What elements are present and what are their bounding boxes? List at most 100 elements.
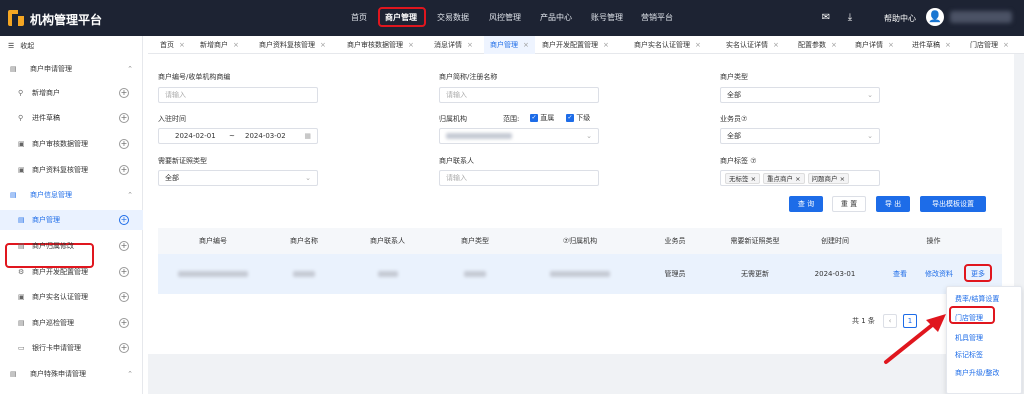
tab-message[interactable]: 消息详情 ×	[434, 36, 473, 54]
close-icon[interactable]: ×	[603, 41, 609, 49]
cell-contact	[340, 254, 435, 294]
tag-chip[interactable]: 问题商户 ×	[807, 173, 850, 184]
dropdown-mark-tag[interactable]: 标记标签	[955, 350, 983, 360]
sidebar-group-apply[interactable]: ▤ 商户申请管理 ⌃	[0, 59, 143, 79]
topnav-account[interactable]: 账号管理	[591, 12, 623, 23]
close-icon[interactable]: ×	[523, 41, 529, 49]
list-icon: ▤	[18, 216, 25, 224]
sidebar-item-new-merchant[interactable]: ⚲ 新增商户 +	[0, 83, 143, 103]
topnav-marketing[interactable]: 营销平台	[641, 12, 673, 23]
check-icon: ✓	[530, 114, 538, 122]
close-icon[interactable]: ×	[945, 41, 951, 49]
close-icon[interactable]: ×	[695, 41, 701, 49]
sidebar-item-drafts[interactable]: ⚲ 进件草稿 +	[0, 108, 143, 128]
close-icon[interactable]: ×	[888, 41, 894, 49]
topnav-home[interactable]: 首页	[351, 12, 367, 23]
tab-merchant-detail[interactable]: 商户详情 ×	[855, 36, 894, 54]
close-icon[interactable]: ×	[320, 41, 326, 49]
more-dropdown: 费率/结算设置 门店管理 机具管理 标记标签 商户升级/整改	[946, 286, 1022, 394]
query-button[interactable]: 查 询	[789, 196, 823, 212]
scope-direct-checkbox[interactable]: ✓ 直属	[530, 113, 554, 123]
sidebar-group-info[interactable]: ▤ 商户信息管理 ⌃	[0, 185, 143, 205]
merchant-type-select[interactable]: 全部 ⌄	[720, 87, 880, 103]
user-avatar-icon[interactable]: 👤	[926, 8, 944, 26]
sidebar-item-dev-config[interactable]: ⚙ 商户开发配置管理 +	[0, 262, 143, 282]
scope-sub-checkbox[interactable]: ✓ 下级	[566, 113, 590, 123]
topnav-risk[interactable]: 风控管理	[489, 12, 521, 23]
tags-select[interactable]: 无标签 × 重点商户 × 问题商户 ×	[720, 170, 880, 186]
tab-store[interactable]: 门店管理 ×	[970, 36, 1009, 54]
topnav-trade[interactable]: 交易数据	[437, 12, 469, 23]
tab-review[interactable]: 商户资料复核管理 ×	[259, 36, 326, 54]
sidebar-item-realname[interactable]: ▣ 商户实名认证管理 +	[0, 287, 143, 307]
sidebar-item-review[interactable]: ▣ 商户资料复核管理 +	[0, 160, 143, 180]
close-icon[interactable]: ×	[467, 41, 473, 49]
close-icon[interactable]: ×	[408, 41, 414, 49]
contact-input[interactable]: 请输入	[439, 170, 599, 186]
sidebar-item-bankcard[interactable]: ▭ 银行卡申请管理 +	[0, 338, 143, 358]
tab-audit[interactable]: 商户审核数据管理 ×	[347, 36, 414, 54]
sidebar-item-audit[interactable]: ▣ 商户审核数据管理 +	[0, 134, 143, 154]
tab-home[interactable]: 首页 ×	[160, 36, 185, 54]
salesman-label: 业务员⑦	[720, 115, 748, 123]
tab-config-params[interactable]: 配置参数 ×	[798, 36, 837, 54]
sidebar-group-special[interactable]: ▤ 商户特殊申请管理 ⌃	[0, 364, 143, 384]
cert-type-select[interactable]: 全部 ⌄	[158, 170, 318, 186]
sidebar-item-label: 新增商户	[32, 89, 60, 97]
chevron-down-icon: ⌄	[867, 132, 873, 140]
th-org: ⑦归属机构	[562, 237, 598, 245]
plus-circle-icon[interactable]: +	[119, 139, 129, 149]
close-icon[interactable]: ×	[773, 41, 779, 49]
tag-chip[interactable]: 无标签 ×	[725, 173, 761, 184]
tab-realname-detail[interactable]: 实名认证详情 ×	[726, 36, 779, 54]
plus-circle-icon[interactable]: +	[119, 165, 129, 175]
plus-circle-icon[interactable]: +	[119, 343, 129, 353]
table-header: 商户编号 商户名称 商户联系人 商户类型 ⑦归属机构 业务员 需要新证照类型 创…	[158, 228, 1002, 254]
plus-circle-icon[interactable]: +	[119, 241, 129, 251]
dropdown-upgrade[interactable]: 商户升级/整改	[955, 368, 999, 378]
close-icon[interactable]: ×	[233, 41, 239, 49]
mail-icon[interactable]: ✉	[820, 12, 832, 24]
help-center-link[interactable]: 帮助中心	[884, 13, 916, 24]
tab-drafts[interactable]: 进件草稿 ×	[912, 36, 951, 54]
reset-button[interactable]: 重 置	[832, 196, 866, 212]
plus-circle-icon[interactable]: +	[119, 267, 129, 277]
tab-merchant-manage[interactable]: 商户管理 ×	[484, 36, 535, 54]
merchant-name-input[interactable]: 请输入	[439, 87, 599, 103]
download-icon[interactable]: ⤓	[844, 12, 856, 24]
tab-realname[interactable]: 商户实名认证管理 ×	[634, 36, 701, 54]
merchant-no-label: 商户编号/收单机构商编	[158, 73, 231, 81]
check-icon: ✓	[566, 114, 574, 122]
plus-circle-icon[interactable]: +	[119, 113, 129, 123]
org-select[interactable]: ⌄	[439, 128, 599, 144]
merchant-name-label: 商户简称/注册名称	[439, 73, 498, 81]
export-template-button[interactable]: 导出模板设置	[920, 196, 986, 212]
entry-time-range[interactable]: 2024-02-01 ~ 2024-03-02 ▦	[158, 128, 318, 144]
merchant-no-input[interactable]: 请输入	[158, 87, 318, 103]
merchant-type-label: 商户类型	[720, 73, 748, 81]
dropdown-rate-settings[interactable]: 费率/结算设置	[955, 294, 999, 304]
pager-total: 共 1 条	[852, 317, 875, 325]
entry-time-label: 入驻时间	[158, 115, 186, 123]
plus-circle-icon[interactable]: +	[119, 215, 129, 225]
sidebar-collapse[interactable]: ☰ 收起	[8, 41, 34, 51]
export-button[interactable]: 导 出	[876, 196, 910, 212]
view-link[interactable]: 查看	[888, 254, 912, 294]
tab-new-merchant[interactable]: 新增商户 ×	[200, 36, 239, 54]
salesman-select[interactable]: 全部 ⌄	[720, 128, 880, 144]
close-icon[interactable]: ×	[831, 41, 837, 49]
close-icon[interactable]: ×	[179, 41, 185, 49]
plus-circle-icon[interactable]: +	[119, 292, 129, 302]
topnav-product[interactable]: 产品中心	[540, 12, 572, 23]
sidebar: ☰ 收起 ▤ 商户申请管理 ⌃ ⚲ 新增商户 + ⚲ 进件草稿 + ▣ 商户审核数据管理 + ▣…	[0, 36, 143, 394]
tab-dev-config[interactable]: 商户开发配置管理 ×	[542, 36, 609, 54]
tag-chip[interactable]: 重点商户 ×	[763, 173, 805, 184]
sidebar-item-inspection[interactable]: ▤ 商户巡检管理 +	[0, 313, 143, 333]
sidebar-item-merchant-manage[interactable]: ▤ 商户管理 +	[0, 210, 143, 230]
sidebar-item-ownership[interactable]: ▤ 商户归属修改 +	[0, 236, 143, 256]
plus-circle-icon[interactable]: +	[119, 318, 129, 328]
plus-circle-icon[interactable]: +	[119, 88, 129, 98]
sidebar-item-label: 商户归属修改	[32, 242, 74, 250]
dropdown-device-manage[interactable]: 机具管理	[955, 333, 983, 343]
close-icon[interactable]: ×	[1003, 41, 1009, 49]
